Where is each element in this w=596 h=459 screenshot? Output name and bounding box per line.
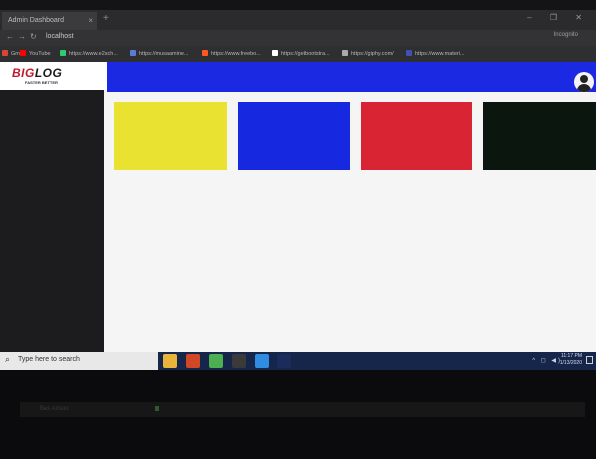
bookmark-favicon-icon <box>406 50 412 56</box>
bookmark-label: https://www.freebo... <box>211 51 261 57</box>
monitor-screen: Admin Dashboard × + – ❐ ✕ ← → ↻ localhos… <box>0 10 596 370</box>
reflection-text: Bes Ansoo <box>40 406 69 412</box>
bookmark-favicon-icon <box>130 50 136 56</box>
new-tab-button[interactable]: + <box>103 13 109 24</box>
notification-icon[interactable] <box>586 356 593 364</box>
bookmark-label: https://www.materi... <box>415 51 465 57</box>
windows-taskbar: ⌕ Type here to search ^ ◻ ◀) 11:17 PM 1/… <box>0 352 596 370</box>
admin-dashboard: BIGLOG FASTER BETTER <box>0 62 596 352</box>
sidebar <box>0 90 104 352</box>
file-explorer-icon[interactable] <box>163 354 177 368</box>
logo-wordmark: BIGLOG <box>12 66 63 80</box>
tab-title: Admin Dashboard <box>8 17 65 24</box>
clock-time: 11:17 PM <box>560 353 582 359</box>
tab-close-icon[interactable]: × <box>88 12 93 30</box>
logo-tagline: FASTER BETTER <box>25 80 58 85</box>
bookmark-item[interactable]: https://www.e2sch... <box>60 50 118 57</box>
browser-tab[interactable]: Admin Dashboard × <box>2 12 97 30</box>
bookmark-favicon-icon <box>272 50 278 56</box>
top-header-bar <box>107 62 596 92</box>
bookmark-favicon-icon <box>202 50 208 56</box>
bookmark-item[interactable]: https://www.freebo... <box>202 50 261 57</box>
forward-icon[interactable]: → <box>18 32 26 41</box>
incognito-indicator[interactable]: Incognito <box>554 32 578 38</box>
photoshop-icon[interactable] <box>277 354 291 368</box>
back-icon[interactable]: ← <box>6 32 14 41</box>
bookmark-favicon-icon <box>60 50 66 56</box>
vscode-icon[interactable] <box>255 354 269 368</box>
bookmark-label: https://musaamine... <box>139 51 189 57</box>
bookmark-label: https://giphy.com/ <box>351 51 394 57</box>
window-controls[interactable]: – ❐ ✕ <box>527 13 590 22</box>
bookmark-favicon-icon <box>2 50 8 56</box>
bookmark-favicon-icon <box>20 50 26 56</box>
terminal-icon[interactable] <box>232 354 246 368</box>
taskbar-search[interactable]: ⌕ Type here to search <box>0 352 158 370</box>
logo[interactable]: BIGLOG FASTER BETTER <box>0 62 107 90</box>
powerpoint-icon[interactable] <box>186 354 200 368</box>
clock-date: 1/13/2020 <box>559 360 582 366</box>
bookmark-item[interactable]: YouTube <box>20 50 51 57</box>
user-avatar-icon[interactable] <box>574 72 594 92</box>
bookmark-label: https://getbootstra... <box>281 51 330 57</box>
main-content <box>104 92 596 352</box>
red-card[interactable] <box>361 102 472 170</box>
desk-reflection <box>20 402 585 417</box>
bookmarks-bar: Gmail YouTube https://www.e2sch... https://… <box>0 46 596 62</box>
blue-card[interactable] <box>238 102 350 170</box>
black-card[interactable] <box>483 102 596 170</box>
bookmark-item[interactable]: https://musaamine... <box>130 50 189 57</box>
reload-icon[interactable]: ↻ <box>30 32 37 41</box>
bookmark-item[interactable]: https://getbootstra... <box>272 50 330 57</box>
bookmark-label: YouTube <box>29 51 51 57</box>
yellow-card[interactable] <box>114 102 227 170</box>
system-tray-icons[interactable]: ^ ◻ ◀) <box>532 357 562 364</box>
chrome-icon[interactable] <box>209 354 223 368</box>
browser-tab-strip: Admin Dashboard × + – ❐ ✕ <box>0 10 596 30</box>
bookmark-favicon-icon <box>342 50 348 56</box>
search-icon: ⌕ <box>5 354 11 364</box>
bookmark-label: https://www.e2sch... <box>69 51 118 57</box>
bookmark-item[interactable]: https://www.materi... <box>406 50 465 57</box>
browser-toolbar: ← → ↻ localhost Incognito <box>0 30 596 46</box>
address-bar[interactable]: localhost <box>46 33 74 40</box>
search-placeholder: Type here to search <box>18 356 80 363</box>
clock[interactable]: 11:17 PM 1/13/2020 <box>560 353 582 367</box>
bookmark-item[interactable]: https://giphy.com/ <box>342 50 394 57</box>
reflection-spot <box>155 406 159 411</box>
